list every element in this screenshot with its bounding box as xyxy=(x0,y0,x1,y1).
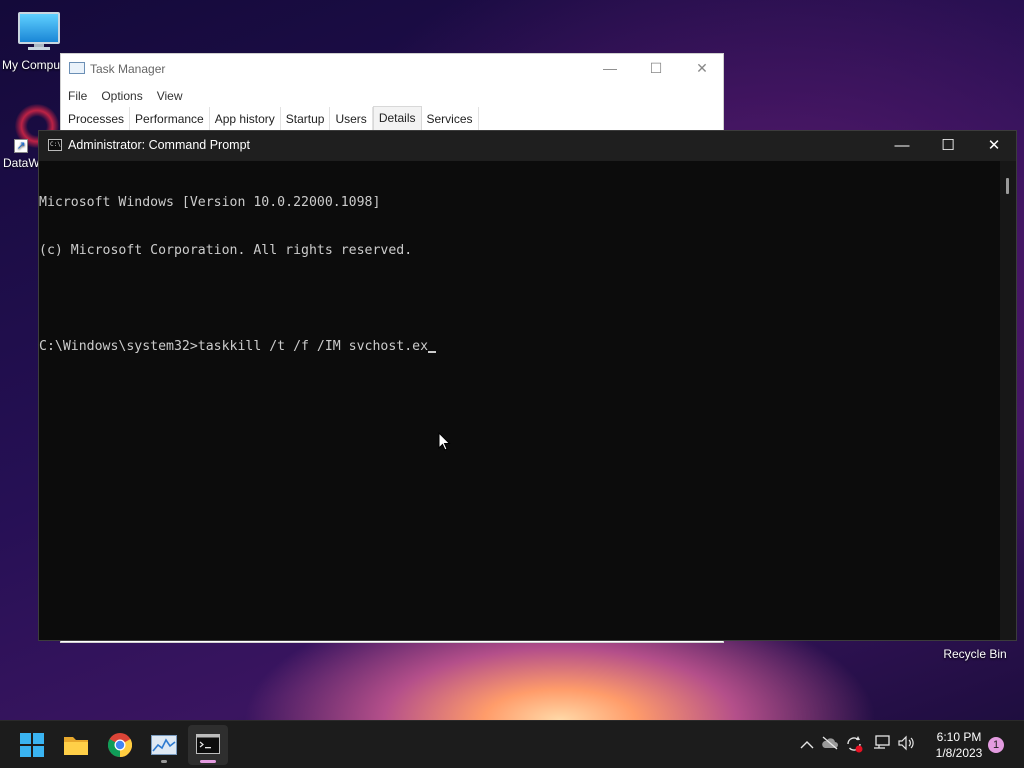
mouse-pointer-icon xyxy=(438,432,451,451)
menu-file[interactable]: File xyxy=(61,85,94,107)
desktop-icon-label: DataW xyxy=(3,156,39,170)
clock-time: 6:10 PM xyxy=(936,730,982,744)
tab-users[interactable]: Users xyxy=(330,107,373,131)
task-manager-icon xyxy=(69,62,85,74)
chrome-icon xyxy=(108,733,132,757)
tab-performance[interactable]: Performance xyxy=(130,107,210,131)
task-manager-titlebar[interactable]: Task Manager — ☐ ✕ xyxy=(61,54,723,84)
taskbar-command-prompt[interactable] xyxy=(188,725,228,765)
active-indicator xyxy=(200,760,216,763)
command-prompt-titlebar[interactable]: C:\ Administrator: Command Prompt — ☐ ✕ xyxy=(39,131,1016,161)
taskbar-chrome[interactable] xyxy=(100,725,140,765)
window-title: Task Manager xyxy=(90,62,166,76)
tab-app-history[interactable]: App history xyxy=(210,107,281,131)
console-line: Microsoft Windows [Version 10.0.22000.10… xyxy=(39,195,381,210)
network-icon[interactable] xyxy=(872,735,892,755)
onedrive-offline-icon[interactable] xyxy=(820,735,840,755)
minimize-button[interactable]: — xyxy=(587,54,633,84)
menu-bar: File Options View xyxy=(61,85,190,107)
taskbar-file-explorer[interactable] xyxy=(56,725,96,765)
command-prompt-window[interactable]: C:\ Administrator: Command Prompt — ☐ ✕ … xyxy=(38,130,1017,641)
console-line: (c) Microsoft Corporation. All rights re… xyxy=(39,243,413,258)
console-output[interactable]: Microsoft Windows [Version 10.0.22000.10… xyxy=(39,163,1001,641)
start-icon xyxy=(20,733,44,757)
menu-view[interactable]: View xyxy=(150,85,190,107)
close-button[interactable]: ✕ xyxy=(679,54,725,84)
tab-bar: Processes Performance App history Startu… xyxy=(63,106,479,131)
minimize-button[interactable]: — xyxy=(879,131,925,161)
file-explorer-icon xyxy=(64,737,88,755)
console-input-line[interactable]: C:\Windows\system32>taskkill /t /f /IM s… xyxy=(39,339,1001,355)
shortcut-arrow-icon: ↗ xyxy=(14,139,28,153)
tab-services[interactable]: Services xyxy=(422,107,479,131)
window-title: Administrator: Command Prompt xyxy=(68,138,251,152)
command-prompt-icon xyxy=(196,734,220,754)
maximize-button[interactable]: ☐ xyxy=(633,54,679,84)
show-hidden-icons-chevron-icon[interactable] xyxy=(797,735,817,755)
taskbar-task-manager[interactable] xyxy=(144,725,184,765)
start-button[interactable] xyxy=(12,725,52,765)
desktop-icon-recycle-bin[interactable]: Recycle Bin xyxy=(930,647,1020,661)
scrollbar-thumb[interactable] xyxy=(1006,178,1009,194)
taskbar-clock[interactable]: 6:10 PM 1/8/2023 xyxy=(920,729,998,761)
computer-icon xyxy=(18,12,60,44)
tab-processes[interactable]: Processes xyxy=(63,107,131,131)
text-cursor xyxy=(428,351,437,353)
tab-startup[interactable]: Startup xyxy=(281,107,331,131)
menu-options[interactable]: Options xyxy=(94,85,149,107)
notification-badge[interactable]: 1 xyxy=(988,737,1004,753)
vertical-scrollbar[interactable] xyxy=(1000,161,1016,640)
desktop-icon-label: My Compu xyxy=(2,58,61,72)
console-command: C:\Windows\system32>taskkill /t /f /IM s… xyxy=(39,339,429,354)
task-manager-icon xyxy=(151,735,177,755)
clock-date: 1/8/2023 xyxy=(935,746,983,760)
running-indicator xyxy=(161,760,167,763)
maximize-button[interactable]: ☐ xyxy=(925,131,971,161)
volume-icon[interactable] xyxy=(897,735,917,755)
close-button[interactable]: ✕ xyxy=(971,131,1017,161)
command-prompt-icon: C:\ xyxy=(48,139,62,151)
tab-details[interactable]: Details xyxy=(372,106,422,131)
sync-error-icon[interactable] xyxy=(844,735,864,755)
taskbar: 6:10 PM 1/8/2023 1 xyxy=(0,720,1024,768)
